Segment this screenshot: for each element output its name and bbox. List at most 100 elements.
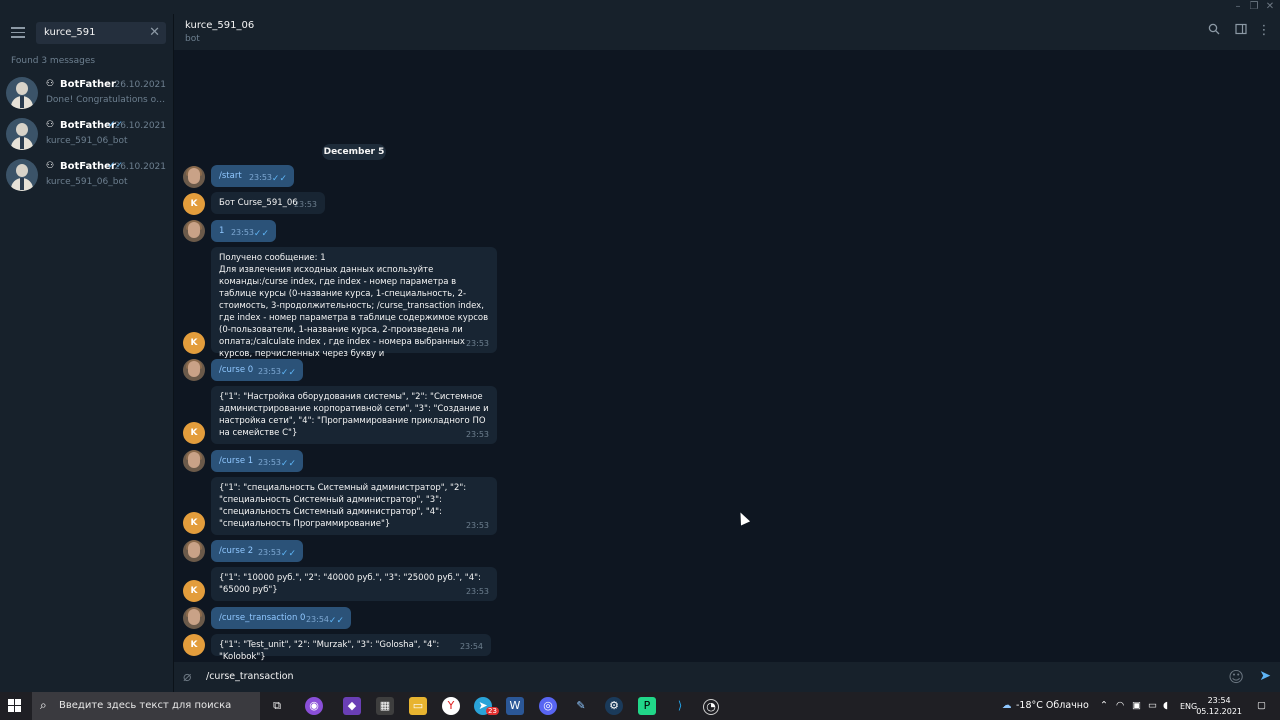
avatar[interactable]: K: [183, 193, 205, 215]
search-value: kurce_591: [44, 27, 96, 38]
avatar: [6, 77, 38, 109]
bot-icon: ⚇: [46, 120, 55, 130]
avatar: [6, 118, 38, 150]
search-icon[interactable]: [1206, 23, 1222, 39]
clock-date: 05.12.2021: [1196, 707, 1242, 716]
chat-preview: kurce_591_06_bot: [46, 136, 128, 146]
file-explorer-icon[interactable]: ▭: [409, 697, 427, 715]
avatar[interactable]: K: [183, 634, 205, 656]
attach-icon[interactable]: ⌀: [183, 669, 191, 685]
outgoing-message[interactable]: /curse_transaction 0 23:54 ✓✓: [211, 607, 351, 629]
incoming-message[interactable]: {"1": "специальность Системный администр…: [211, 477, 497, 535]
weather-icon: ☁: [1002, 700, 1012, 711]
chat-date: 26.10.2021: [114, 162, 166, 172]
store-icon[interactable]: ▦: [376, 697, 394, 715]
windows-start-icon[interactable]: [8, 699, 22, 713]
search-result-item[interactable]: ⚇ BotFather ✓✓ 26.10.2021 kurce_591_06_b…: [0, 117, 173, 157]
chat-preview: kurce_591_06_bot: [46, 177, 128, 187]
avatar[interactable]: K: [183, 512, 205, 534]
close-window-button[interactable]: ✕: [1260, 0, 1280, 14]
title-bar: – ❐ ✕: [0, 0, 1280, 14]
search-input[interactable]: kurce_591 ✕: [36, 22, 166, 44]
telegram-badge: 23: [486, 707, 499, 715]
word-icon[interactable]: W: [506, 697, 524, 715]
chevron-up-icon[interactable]: ⌃: [1100, 700, 1108, 711]
avatar[interactable]: [183, 220, 205, 242]
avatar[interactable]: [183, 540, 205, 562]
message-time: 23:54: [305, 615, 329, 624]
notifications-icon[interactable]: ▢: [1257, 700, 1266, 711]
avatar: [6, 159, 38, 191]
chat-subtitle: bot: [185, 34, 200, 44]
yandex-browser-icon[interactable]: Y: [442, 697, 460, 715]
task-view-icon[interactable]: ⧉: [268, 697, 286, 715]
message-input[interactable]: /curse_transaction: [206, 671, 294, 682]
taskbar-search-placeholder: Введите здесь текст для поиска: [59, 700, 232, 711]
read-checks-icon: ✓✓: [271, 174, 287, 184]
notes-icon[interactable]: ✎: [572, 697, 590, 715]
chat-date: 26.10.2021: [114, 121, 166, 131]
outgoing-message[interactable]: /start 23:53 ✓✓: [211, 165, 294, 187]
network-icon[interactable]: ◠: [1116, 700, 1124, 711]
found-label: Found 3 messages: [11, 56, 96, 66]
message-time: 23:53: [230, 228, 254, 237]
send-icon[interactable]: ➤: [1259, 668, 1271, 684]
message-composer: ⌀ /curse_transaction ☺ ➤: [174, 662, 1280, 692]
chat-title[interactable]: kurce_591_06: [185, 20, 254, 31]
outgoing-message[interactable]: /curse 1 23:53 ✓✓: [211, 450, 303, 472]
menu-icon[interactable]: [11, 27, 25, 38]
outgoing-message[interactable]: /curse 2 23:53 ✓✓: [211, 540, 303, 562]
message-time: 23:53: [465, 339, 489, 348]
weather-text[interactable]: -18°C Облачно: [1016, 700, 1089, 711]
message-time: 23:53: [257, 548, 281, 557]
volume-icon[interactable]: ◖: [1163, 700, 1168, 711]
pycharm-icon[interactable]: P: [638, 697, 656, 715]
incoming-message[interactable]: {"1": "Test_unit", "2": "Murzak", "3": "…: [211, 634, 491, 662]
steam-icon[interactable]: ⚙: [605, 697, 623, 715]
more-options-icon[interactable]: ⋮: [1256, 23, 1272, 39]
search-result-item[interactable]: ⚇ BotFather ✓✓ 26.10.2021 kurce_591_06_b…: [0, 158, 173, 198]
avatar[interactable]: [183, 607, 205, 629]
sidebar: kurce_591 ✕ Found 3 messages ⚇ BotFather…: [0, 14, 174, 692]
obs-icon[interactable]: ◔: [703, 699, 719, 715]
message-text: {"1": "10000 руб.", "2": "40000 руб.", "…: [219, 573, 484, 595]
incoming-message[interactable]: {"1": "Настройка оборудования системы", …: [211, 386, 497, 444]
read-checks-icon: ✓✓: [328, 616, 344, 626]
search-icon: ⌕: [40, 698, 47, 712]
avatar[interactable]: [183, 450, 205, 472]
outgoing-message[interactable]: /curse 0 23:53 ✓✓: [211, 359, 303, 381]
avatar[interactable]: K: [183, 422, 205, 444]
chat-preview: Done! Congratulations on yo...: [46, 95, 168, 105]
visual-studio-icon[interactable]: ◆: [343, 697, 361, 715]
discord-icon[interactable]: ◎: [539, 697, 557, 715]
date-separator: December 5: [322, 144, 386, 160]
message-time: 23:53: [465, 430, 489, 439]
display-icon[interactable]: ▣: [1132, 700, 1141, 711]
message-text: Получено сообщение: 1 Для извлечения исх…: [219, 253, 489, 359]
app-icon[interactable]: ◉: [305, 697, 323, 715]
avatar[interactable]: K: [183, 332, 205, 354]
message-time: 23:53: [257, 367, 281, 376]
message-time: 23:53: [465, 521, 489, 530]
incoming-message[interactable]: Бот Curse_591_06 23:53: [211, 192, 325, 214]
incoming-message[interactable]: Получено сообщение: 1 Для извлечения исх…: [211, 247, 497, 359]
clock[interactable]: 23:54 05.12.2021: [1196, 695, 1242, 717]
vscode-icon[interactable]: ⟩: [671, 697, 689, 715]
taskbar-search[interactable]: ⌕ Введите здесь текст для поиска: [32, 692, 260, 720]
message-text: {"1": "специальность Системный администр…: [219, 483, 469, 529]
search-result-item[interactable]: ⚇ BotFather 26.10.2021 Done! Congratulat…: [0, 76, 173, 116]
incoming-message[interactable]: {"1": "10000 руб.", "2": "40000 руб.", "…: [211, 567, 497, 601]
close-icon[interactable]: ✕: [149, 25, 160, 40]
language-indicator[interactable]: ENG: [1180, 702, 1197, 711]
emoji-icon[interactable]: ☺: [1228, 668, 1244, 686]
message-time: 23:54: [459, 642, 483, 651]
chat-date: 26.10.2021: [114, 80, 166, 90]
outgoing-message[interactable]: 1 23:53 ✓✓: [211, 220, 276, 242]
chat-header: kurce_591_06 bot ⋮: [174, 14, 1280, 50]
sidebar-toggle-icon[interactable]: [1233, 23, 1249, 39]
avatar[interactable]: [183, 166, 205, 188]
battery-icon[interactable]: ▭: [1148, 700, 1157, 711]
bot-icon: ⚇: [46, 79, 55, 89]
avatar[interactable]: K: [183, 580, 205, 602]
avatar[interactable]: [183, 359, 205, 381]
